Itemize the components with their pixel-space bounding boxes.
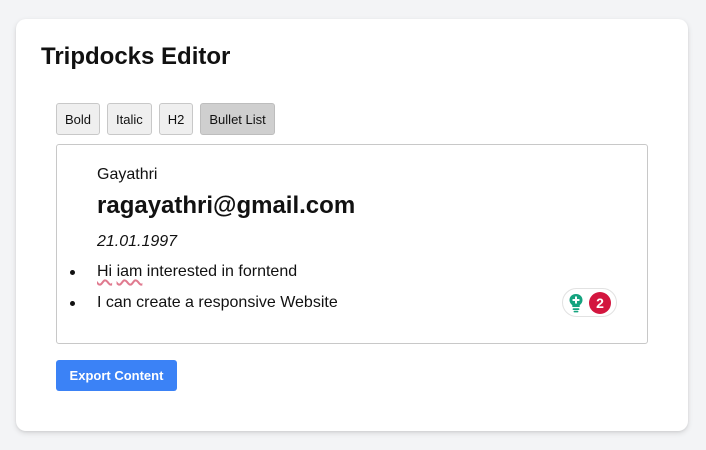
bullet-list-button[interactable]: Bullet List [200, 103, 275, 135]
lightbulb-icon [569, 293, 583, 312]
formatting-toolbar: Bold Italic H2 Bullet List [56, 103, 275, 135]
bullet-list: Hi iam interested in forntend I can crea… [57, 261, 338, 323]
heading-2-button[interactable]: H2 [158, 103, 194, 135]
export-content-button[interactable]: Export Content [56, 360, 177, 391]
date-paragraph: 21.01.1997 [97, 233, 178, 250]
grammar-checker-widget[interactable]: 2 [562, 288, 617, 317]
rich-text-editor[interactable]: Gayathri ragayathri@gmail.com 21.01.1997… [56, 144, 648, 344]
editor-card: Tripdocks Editor Bold Italic H2 Bullet L… [16, 19, 688, 431]
list-item: I can create a responsive Website [57, 292, 338, 323]
issue-count-badge: 2 [589, 291, 611, 314]
italic-button[interactable]: Italic [107, 103, 152, 135]
name-paragraph: Gayathri [97, 166, 158, 183]
email-heading: ragayathri@gmail.com [97, 192, 356, 219]
text-span: interested in forntend [142, 263, 298, 280]
misspelled-word[interactable]: Hi [97, 263, 112, 280]
bold-button[interactable]: Bold [56, 103, 101, 135]
page-title: Tripdocks Editor [41, 43, 231, 70]
text-span: I can create a responsive Website [97, 294, 338, 311]
list-item: Hi iam interested in forntend [57, 261, 338, 292]
misspelled-word[interactable]: iam [117, 263, 143, 280]
